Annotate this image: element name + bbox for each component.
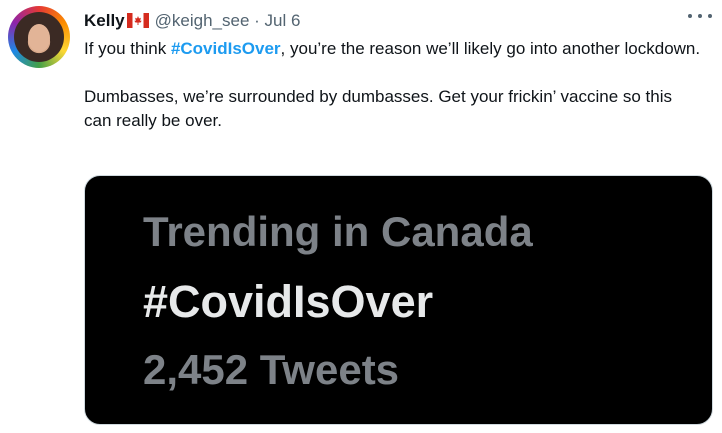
tweet-paragraph-2: Dumbasses, we’re surrounded by dumbasses… — [84, 87, 673, 130]
dot — [698, 14, 702, 18]
trending-hashtag: #CovidIsOver — [143, 276, 434, 327]
tweet-text: If you think #CovidIsOver, you’re the re… — [84, 37, 704, 133]
avatar[interactable] — [8, 6, 70, 68]
hashtag-link[interactable]: #CovidIsOver — [171, 39, 281, 58]
tweet-count: 2,452 Tweets — [143, 346, 400, 393]
header-separator: · — [254, 11, 260, 30]
avatar-face — [28, 24, 50, 52]
tweet-header: Kelly @keigh_see · Jul 6 — [84, 10, 300, 32]
tweet[interactable]: Kelly @keigh_see · Jul 6 If you think #C… — [0, 0, 722, 433]
tweet-text-prefix: If you think — [84, 39, 171, 58]
tweet-text-suffix: , you’re the reason we’ll likely go into… — [280, 39, 701, 58]
tweet-date[interactable]: Jul 6 — [265, 11, 301, 30]
tweet-image[interactable]: Trending in Canada #CovidIsOver 2,452 Tw… — [84, 175, 713, 425]
canada-flag-icon — [126, 13, 149, 28]
more-options-icon[interactable] — [688, 8, 712, 24]
dot — [688, 14, 692, 18]
author-name[interactable]: Kelly — [84, 11, 125, 30]
trending-label: Trending in Canada — [143, 208, 533, 255]
tweet-paragraph-1: If you think #CovidIsOver, you’re the re… — [84, 37, 704, 61]
dot — [708, 14, 712, 18]
author-handle[interactable]: @keigh_see — [155, 11, 250, 30]
